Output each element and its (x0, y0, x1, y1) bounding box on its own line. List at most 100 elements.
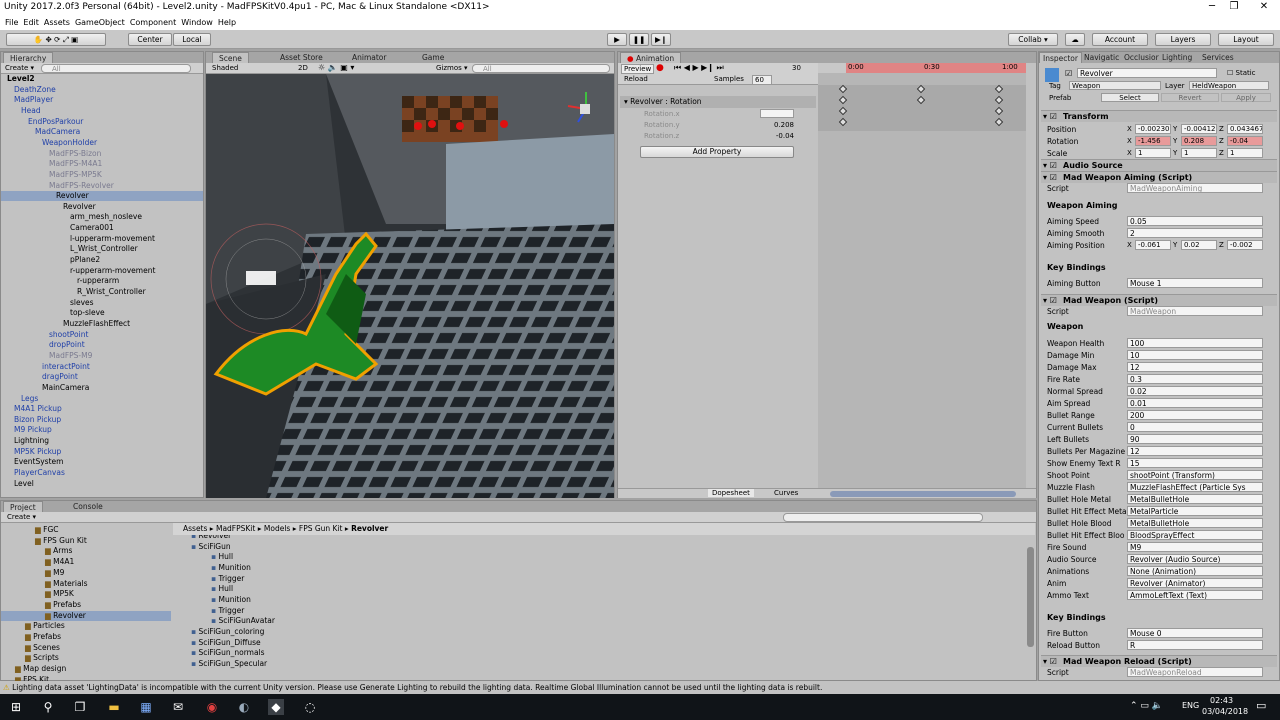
hierarchy-item[interactable]: EndPosParkour (1, 117, 203, 127)
asset-item[interactable]: ▪ Hull (173, 552, 973, 562)
audio-source-component[interactable]: ▾ ☑ Audio Source (1041, 159, 1277, 171)
asset-item[interactable]: ▪ SciFiGun_coloring (173, 627, 973, 637)
project-folder[interactable]: ▆ Particles (1, 621, 171, 631)
asset-item[interactable]: ▪ Munition (173, 563, 973, 573)
weapon-reload-component[interactable]: ▾ ☑ Mad Weapon Reload (Script) (1041, 655, 1277, 667)
weapon-field-field[interactable]: 0 (1127, 422, 1263, 432)
hierarchy-item[interactable]: MadFPS-M9 (1, 351, 203, 361)
prefab-select-button[interactable]: Select (1101, 93, 1159, 102)
hierarchy-item[interactable]: MuzzleFlashEffect (1, 319, 203, 329)
menu-item-file[interactable]: File (5, 18, 18, 27)
anim-object-row[interactable]: ▾ Revolver : Rotation (620, 96, 816, 108)
asset-item[interactable]: ▪ SciFiGun_normals (173, 648, 973, 658)
hierarchy-item[interactable]: MP5K Pickup (1, 447, 203, 457)
hierarchy-item[interactable]: Camera001 (1, 223, 203, 233)
anim-property-value[interactable]: 0.208 (760, 120, 794, 131)
dopesheet-tab[interactable]: Dopesheet (708, 489, 754, 497)
scale-x-field[interactable]: 1 (1135, 148, 1171, 158)
search-icon[interactable]: ⚲ (40, 699, 56, 715)
tab-hierarchy[interactable]: Hierarchy (3, 52, 54, 63)
aiming-position-x-field[interactable]: -0.061 (1135, 240, 1171, 250)
weapon-field-field[interactable]: 12 (1127, 362, 1263, 372)
tab-navigatic[interactable]: Navigatic (1081, 52, 1122, 63)
asset-item[interactable]: ▪ Trigger (173, 606, 973, 616)
weapon-field-field[interactable]: None (Animation) (1127, 566, 1263, 576)
hierarchy-item[interactable]: r-upperarm (1, 276, 203, 286)
breadcrumb-item[interactable]: Models (264, 524, 290, 533)
hierarchy-item[interactable]: MainCamera (1, 383, 203, 393)
position-z-field[interactable]: 0.043467 (1227, 124, 1263, 134)
gizmos-dropdown[interactable]: Gizmos ▾ (436, 64, 468, 72)
fire-button-field[interactable]: Mouse 0 (1127, 628, 1263, 638)
notifications-icon[interactable]: ▭ (1256, 699, 1266, 712)
breadcrumb-item[interactable]: Revolver (351, 524, 388, 533)
collab-button[interactable]: Collab ▾ (1008, 33, 1058, 46)
object-name-field[interactable]: Revolver (1077, 68, 1217, 78)
hierarchy-item[interactable]: Level2 (1, 74, 203, 84)
aiming-position-y-field[interactable]: 0.02 (1181, 240, 1217, 250)
transform-tools[interactable]: ✋ ✥ ⟳ ⤢ ▣ (6, 33, 106, 46)
timeline-ruler[interactable]: 0:00 0:30 1:00 (818, 63, 1026, 73)
menu-item-edit[interactable]: Edit (23, 18, 39, 27)
hierarchy-item[interactable]: Head (1, 106, 203, 116)
hierarchy-item[interactable]: dropPoint (1, 340, 203, 350)
hierarchy-item[interactable]: L_Wrist_Controller (1, 244, 203, 254)
asset-item[interactable]: ▪ SciFiGun_Diffuse (173, 638, 973, 648)
hierarchy-item[interactable]: EventSystem (1, 457, 203, 467)
project-folder[interactable]: ▆ Scenes (1, 643, 171, 653)
hierarchy-item[interactable]: shootPoint (1, 330, 203, 340)
curves-tab[interactable]: Curves (774, 489, 798, 497)
tab-animation[interactable]: ● Animation (620, 52, 682, 63)
tab-asset-store[interactable]: Asset Store (274, 52, 329, 63)
hierarchy-item[interactable]: Lightning (1, 436, 203, 446)
anim-property-row[interactable]: Rotation.y 0.208 (620, 120, 816, 131)
tab-occlusior[interactable]: Occlusior (1121, 52, 1162, 63)
hierarchy-item[interactable]: MadFPS-M4A1 (1, 159, 203, 169)
weapon-script-field[interactable]: MadWeapon (1127, 306, 1263, 316)
hierarchy-item[interactable]: MadFPS-Revolver (1, 181, 203, 191)
weapon-field-field[interactable]: 0.01 (1127, 398, 1263, 408)
menu-item-help[interactable]: Help (218, 18, 236, 27)
hierarchy-item[interactable]: Level (1, 479, 203, 489)
reload-script-field[interactable]: MadWeaponReload (1127, 667, 1263, 677)
store-icon[interactable]: ▦ (138, 699, 154, 715)
lighting-toggle-icon[interactable]: ☼ 🔈 ▣ ▾ (318, 63, 354, 72)
weapon-field-field[interactable]: MetalParticle (1127, 506, 1263, 516)
hierarchy-item[interactable]: l-upperarm-movement (1, 234, 203, 244)
aiming-field-field[interactable]: 2 (1127, 228, 1263, 238)
windows-start-icon[interactable]: ⊞ (8, 699, 24, 715)
scale-y-field[interactable]: 1 (1181, 148, 1217, 158)
timeline-scrollbar[interactable] (830, 491, 1016, 497)
anim-property-row[interactable]: Rotation.x (620, 109, 816, 120)
menu-item-gameobject[interactable]: GameObject (75, 18, 125, 27)
maximize-button[interactable]: ❐ (1224, 1, 1244, 12)
project-folder[interactable]: ▆ Map design (1, 664, 171, 674)
weapon-field-field[interactable]: AmmoLeftText (Text) (1127, 590, 1263, 600)
layers-button[interactable]: Layers (1155, 33, 1211, 46)
scene-search-input[interactable]: All (472, 64, 610, 73)
weapon-field-field[interactable]: 100 (1127, 338, 1263, 348)
hierarchy-item[interactable]: Bizon Pickup (1, 415, 203, 425)
clock-time[interactable]: 02:43 (1210, 696, 1233, 705)
menu-item-component[interactable]: Component (130, 18, 176, 27)
weapon-field-field[interactable]: 200 (1127, 410, 1263, 420)
weapon-field-field[interactable]: 10 (1127, 350, 1263, 360)
preview-toggle[interactable]: Preview (621, 64, 655, 74)
hierarchy-search-input[interactable]: All (41, 64, 191, 73)
asset-item[interactable]: ▪ SciFiGunAvatar (173, 616, 973, 626)
pivot-local-button[interactable]: Local (173, 33, 211, 46)
mail-icon[interactable]: ✉ (170, 699, 186, 715)
hierarchy-item[interactable]: interactPoint (1, 362, 203, 372)
hierarchy-item[interactable]: WeaponHolder (1, 138, 203, 148)
step-icon[interactable]: ▶❙ (651, 33, 671, 46)
rotation-z-field[interactable]: -0.04 (1227, 136, 1263, 146)
project-create-button[interactable]: Create ▾ (7, 513, 36, 521)
anim-property-row[interactable]: Rotation.z -0.04 (620, 131, 816, 142)
project-folder[interactable]: ▆ Scripts (1, 653, 171, 663)
rotation-y-field[interactable]: 0.208 (1181, 136, 1217, 146)
weapon-field-field[interactable]: Revolver (Animator) (1127, 578, 1263, 588)
weapon-field-field[interactable]: 90 (1127, 434, 1263, 444)
project-folder[interactable]: ▆ MP5K (1, 589, 171, 599)
aiming-position-z-field[interactable]: -0.002 (1227, 240, 1263, 250)
hierarchy-item[interactable]: MadCamera (1, 127, 203, 137)
